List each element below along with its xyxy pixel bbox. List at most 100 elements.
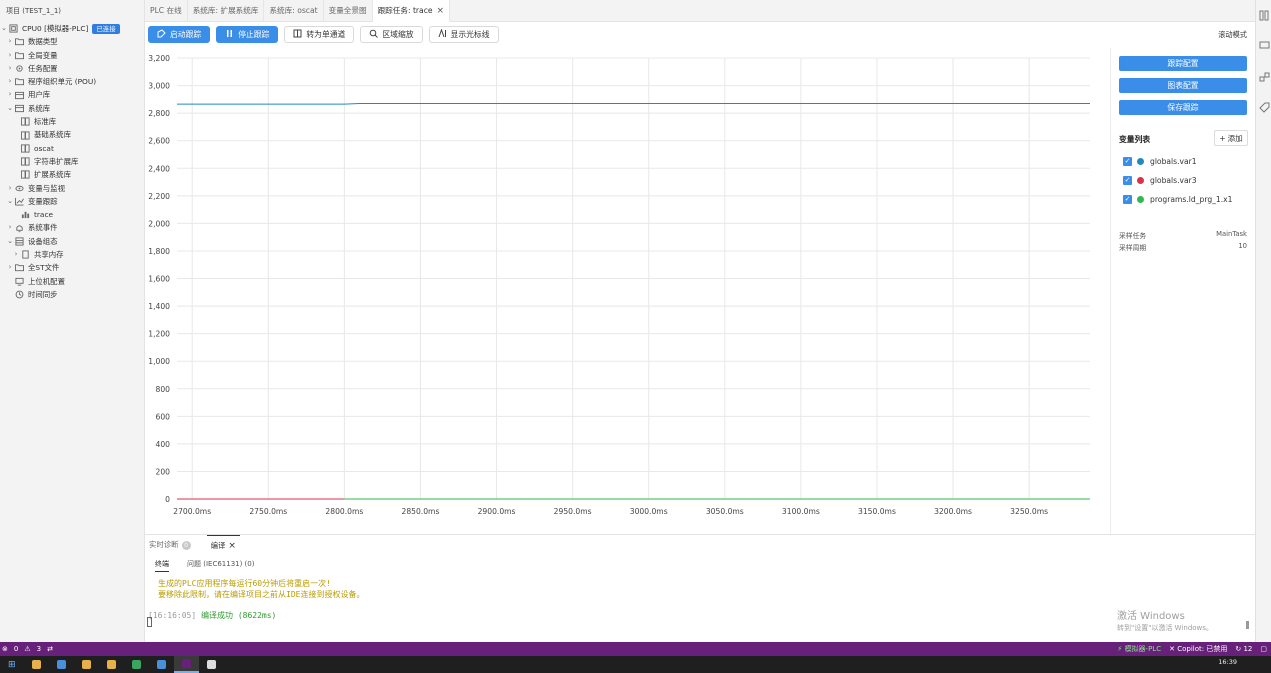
tree-item[interactable]: › 用户库 [0,88,144,101]
warning-count[interactable]: 3 [37,645,41,653]
tree-item[interactable]: oscat [0,142,144,155]
chevron-down-icon[interactable]: ⌄ [6,235,14,248]
tree-item[interactable]: › 全ST文件 [0,261,144,274]
editor-tab[interactable]: 变量全景图 [324,0,373,22]
chevron-down-icon[interactable]: ⌄ [6,102,14,115]
y-tick-label: 2,600 [148,137,170,146]
tree-item[interactable]: ⌄ 设备组态 [0,235,144,248]
editor-tab[interactable]: PLC 在线 [145,0,188,22]
folder-icon [14,263,24,272]
single-channel-button[interactable]: 转为单通道 [284,26,355,43]
variable-row[interactable]: ✓ programs.ld_prg_1.x1 [1123,193,1233,205]
trace-config-button[interactable]: 跟踪配置 [1119,56,1247,71]
variable-checkbox[interactable]: ✓ [1123,156,1132,166]
variable-row[interactable]: ✓ globals.var3 [1123,174,1197,186]
x-tick-label: 2800.0ms [325,507,363,516]
variable-checkbox[interactable]: ✓ [1123,175,1132,185]
browser-icon [131,660,141,669]
tree-item-label: 时间同步 [28,289,58,299]
tree-item-label: 系统事件 [28,223,58,233]
tree-item[interactable]: 上位机配置 [0,275,144,288]
close-tab-icon[interactable]: × [437,0,445,22]
error-icon[interactable]: ⊗ [2,645,8,653]
chevron-right-icon[interactable]: › [6,49,14,62]
taskbar-app-8[interactable] [199,656,224,673]
terminal-scrollbar[interactable] [1246,621,1249,629]
chevron-right-icon[interactable]: › [6,261,14,274]
tree-item[interactable]: › 任务配置 [0,62,144,75]
add-variable-button[interactable]: + 添加 [1214,130,1248,146]
plc-status[interactable]: ⚡ 模拟器-PLC [1117,644,1161,654]
warning-icon[interactable]: ⚠ [24,645,30,653]
taskbar-app-4[interactable] [99,656,124,673]
variable-checkbox[interactable]: ✓ [1123,194,1132,204]
save-trace-button[interactable]: 保存跟踪 [1119,100,1247,115]
panel-icon[interactable] [1259,10,1270,21]
tree-root-cpu[interactable]: ⌄ CPU0 [模拟器-PLC] 已连接 [0,22,144,35]
tab-compile[interactable]: 编译 × [206,535,240,556]
tree-item[interactable]: trace [0,208,144,221]
tree-item[interactable]: › 数据类型 [0,35,144,48]
trace-chart[interactable]: 3,200 3,000 2,800 2,600 2,400 2,200 2,000 1,800… [145,50,1110,534]
taskbar-app-3[interactable] [74,656,99,673]
notifications[interactable]: ↻ 12 [1235,645,1252,653]
taskbar-app-1[interactable] [24,656,49,673]
show-cursor-button[interactable]: 显示光标线 [428,26,499,43]
tree-item[interactable]: 时间同步 [0,288,144,301]
chevron-right-icon[interactable]: › [6,75,14,88]
show-cursor-label: 显示光标线 [450,30,490,39]
chevron-right-icon[interactable]: › [6,221,14,234]
chat-icon[interactable] [1259,40,1270,51]
tree-item[interactable]: › 共享内存 [0,248,144,261]
y-tick-label: 0 [165,495,170,504]
tab-realtime-diagnostics[interactable]: 实时诊断 0 [145,535,195,555]
windows-icon: ⊞ [8,659,16,670]
scroll-mode-toggle[interactable]: 滚动模式 [1218,30,1247,40]
close-icon[interactable]: × [228,536,236,556]
variable-row[interactable]: ✓ globals.var1 [1123,155,1197,167]
chevron-down-icon[interactable]: ⌄ [0,22,8,35]
zoom-region-button[interactable]: 区域缩放 [360,26,423,43]
tree-item[interactable]: ⌄ 变量跟踪 [0,195,144,208]
chevron-right-icon[interactable]: › [12,248,20,261]
tag-icon[interactable] [1259,102,1270,113]
copilot-status[interactable]: ✕ Copilot: 已禁用 [1169,644,1227,654]
start-trace-button[interactable]: 启动跟踪 [148,26,211,43]
tree-item[interactable]: 基础系统库 [0,128,144,141]
chevron-right-icon[interactable]: › [6,62,14,75]
tree-item[interactable]: 标准库 [0,115,144,128]
subtab-terminal[interactable]: 终端 [155,559,169,572]
editor-tab[interactable]: 系统库: 扩展系统库 [188,0,265,22]
chevron-down-icon[interactable]: ⌄ [6,195,14,208]
tree-item[interactable]: › 程序组织单元 (POU) [0,75,144,88]
extensions-icon[interactable] [1259,72,1270,83]
subtab-problems[interactable]: 问题 (IEC61131) (0) [187,559,254,572]
tree-item-label: 字符串扩展库 [34,156,79,166]
stop-trace-button[interactable]: 停止跟踪 [216,26,279,43]
editor-tab[interactable]: 系统库: oscat [264,0,324,22]
tree-item[interactable]: 扩展系统库 [0,168,144,181]
chevron-right-icon[interactable]: › [6,88,14,101]
taskbar-app-2[interactable] [49,656,74,673]
taskbar-app-ide[interactable] [173,656,199,673]
taskbar-app-6[interactable] [149,656,174,673]
tree-item[interactable]: › 全局变量 [0,49,144,62]
editor-tab[interactable]: 跟踪任务: trace × [372,0,451,22]
status-bar: ⊗ 0 ⚠ 3 ⇄ ⚡ 模拟器-PLC ✕ Copilot: 已禁用 ↻ 12 … [0,642,1271,656]
start-button[interactable]: ⊞ [0,656,24,673]
error-count[interactable]: 0 [14,645,18,653]
tree-item[interactable]: 字符串扩展库 [0,155,144,168]
tree-item[interactable]: › 系统事件 [0,221,144,234]
bell-icon[interactable]: ▢ [1260,645,1267,653]
taskbar-app-5[interactable] [124,656,149,673]
chart-config-button[interactable]: 图表配置 [1119,78,1247,93]
chevron-right-icon[interactable]: › [6,182,14,195]
tree-item[interactable]: › 变量与监视 [0,182,144,195]
taskbar-clock[interactable]: 16:39 [1218,658,1237,666]
tree-item[interactable]: ⌄ 系统库 [0,102,144,115]
y-tick-label: 1,600 [148,275,170,284]
x-tick-label: 2900.0ms [478,507,516,516]
broadcast-icon[interactable]: ⇄ [47,645,53,653]
close-icon: ✕ [1169,645,1175,653]
chevron-right-icon[interactable]: › [6,35,14,48]
